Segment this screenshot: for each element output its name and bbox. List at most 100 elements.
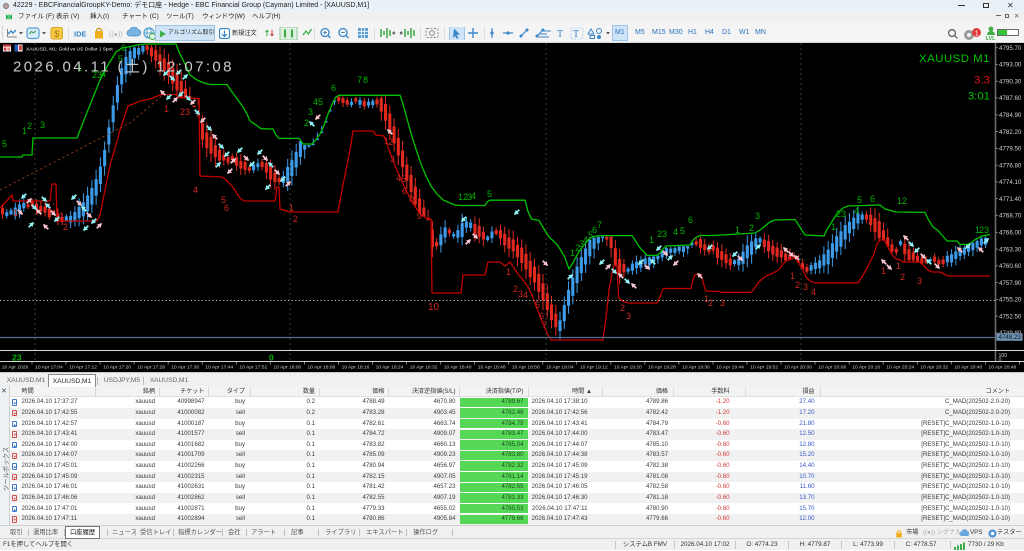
svg-text:((●)): ((●)) bbox=[109, 32, 123, 39]
svg-text:2: 2 bbox=[27, 121, 32, 131]
svg-text:10 Apr 17:12: 10 Apr 17:12 bbox=[69, 365, 97, 371]
svg-text:5: 5 bbox=[857, 195, 862, 205]
svg-text:10 Apr 17:04: 10 Apr 17:04 bbox=[35, 365, 63, 371]
svg-text:23: 23 bbox=[12, 353, 22, 363]
svg-text:4755.20: 4755.20 bbox=[999, 297, 1022, 304]
svg-text:0: 0 bbox=[269, 353, 274, 363]
svg-text:1: 1 bbox=[59, 211, 64, 221]
svg-text:7: 7 bbox=[357, 75, 362, 85]
svg-text:XAUUSD, M1: Gold vs US Dollar: XAUUSD, M1: Gold vs US Dollar J Spot bbox=[26, 47, 113, 53]
svg-text:2: 2 bbox=[293, 214, 298, 224]
svg-text:$: $ bbox=[54, 29, 59, 39]
svg-text:5: 5 bbox=[535, 300, 540, 310]
svg-text:4771.40: 4771.40 bbox=[999, 196, 1022, 203]
svg-text:7: 7 bbox=[542, 320, 547, 330]
svg-text:3: 3 bbox=[720, 298, 725, 308]
svg-text:4774.10: 4774.10 bbox=[999, 179, 1022, 186]
svg-text:2: 2 bbox=[902, 196, 907, 206]
svg-text:8: 8 bbox=[412, 195, 417, 205]
svg-text:1: 1 bbox=[735, 225, 740, 235]
svg-text:5: 5 bbox=[2, 139, 7, 149]
svg-text:10 Apr 2026: 10 Apr 2026 bbox=[2, 365, 29, 371]
svg-text:10 Apr 20:32: 10 Apr 20:32 bbox=[920, 365, 948, 371]
svg-text:4763.30: 4763.30 bbox=[999, 246, 1022, 253]
svg-text:2026.04.11 (土) 12:07:08: 2026.04.11 (土) 12:07:08 bbox=[13, 59, 234, 76]
svg-text:4784.90: 4784.90 bbox=[999, 112, 1022, 119]
svg-text:3: 3 bbox=[626, 311, 631, 321]
svg-text:3: 3 bbox=[755, 211, 760, 221]
svg-text:10 Apr 18:56: 10 Apr 18:56 bbox=[512, 365, 540, 371]
svg-text:5: 5 bbox=[487, 189, 492, 199]
svg-text:0: 0 bbox=[999, 358, 1002, 364]
svg-text:9: 9 bbox=[417, 211, 422, 221]
svg-text:4787.60: 4787.60 bbox=[999, 95, 1022, 102]
svg-text:10 Apr 18:48: 10 Apr 18:48 bbox=[478, 365, 506, 371]
svg-text:2: 2 bbox=[388, 137, 393, 147]
svg-text:1: 1 bbox=[13, 208, 18, 218]
svg-text:5: 5 bbox=[680, 226, 685, 236]
svg-text:10 Apr 20:40: 10 Apr 20:40 bbox=[955, 365, 983, 371]
svg-text:10 Apr 19:12: 10 Apr 19:12 bbox=[580, 365, 608, 371]
svg-text:10 Apr 17:44: 10 Apr 17:44 bbox=[205, 365, 233, 371]
svg-text:6: 6 bbox=[331, 83, 336, 93]
svg-text:1: 1 bbox=[289, 203, 294, 213]
svg-text:1: 1 bbox=[506, 267, 511, 277]
svg-text:10 Apr 18:32: 10 Apr 18:32 bbox=[410, 365, 438, 371]
svg-text:4795.70: 4795.70 bbox=[999, 45, 1022, 52]
svg-text:1: 1 bbox=[831, 222, 836, 232]
svg-text:7: 7 bbox=[597, 220, 602, 230]
svg-text:2: 2 bbox=[749, 223, 754, 233]
svg-text:6: 6 bbox=[402, 186, 407, 196]
svg-text:10 Apr 19:20: 10 Apr 19:20 bbox=[614, 365, 642, 371]
svg-text:10 Apr 18:16: 10 Apr 18:16 bbox=[342, 365, 370, 371]
svg-text:3: 3 bbox=[841, 209, 846, 219]
svg-text:T: T bbox=[557, 29, 563, 40]
svg-text:4: 4 bbox=[854, 206, 859, 216]
svg-text:10 Apr 19:04: 10 Apr 19:04 bbox=[546, 365, 574, 371]
svg-text:3:01: 3:01 bbox=[968, 91, 990, 103]
svg-text:10 Apr 20:00: 10 Apr 20:00 bbox=[784, 365, 812, 371]
svg-text:10 Apr 20:48: 10 Apr 20:48 bbox=[989, 365, 1017, 371]
svg-text:10 Apr 19:28: 10 Apr 19:28 bbox=[648, 365, 676, 371]
svg-text:2: 2 bbox=[63, 222, 68, 232]
svg-text:4: 4 bbox=[673, 227, 678, 237]
svg-text:10 Apr 20:08: 10 Apr 20:08 bbox=[818, 365, 846, 371]
svg-text:10 Apr 19:44: 10 Apr 19:44 bbox=[716, 365, 744, 371]
svg-text:4760.60: 4760.60 bbox=[999, 263, 1022, 270]
svg-text:LVL: LVL bbox=[986, 36, 997, 41]
svg-text:4: 4 bbox=[193, 185, 198, 195]
svg-text:4793.00: 4793.00 bbox=[999, 62, 1022, 69]
svg-text:2: 2 bbox=[708, 298, 713, 308]
svg-text:10: 10 bbox=[428, 302, 440, 313]
svg-text:2: 2 bbox=[795, 280, 800, 290]
svg-text:4776.80: 4776.80 bbox=[999, 162, 1022, 169]
svg-text:6: 6 bbox=[870, 194, 875, 204]
svg-text:4748.23: 4748.23 bbox=[999, 334, 1022, 341]
svg-text:1: 1 bbox=[164, 104, 169, 114]
svg-text:1: 1 bbox=[881, 266, 886, 276]
svg-text:10 Apr 20:16: 10 Apr 20:16 bbox=[852, 365, 880, 371]
svg-text:10 Apr 18:40: 10 Apr 18:40 bbox=[444, 365, 472, 371]
svg-text:10 Apr 17:52: 10 Apr 17:52 bbox=[239, 365, 267, 371]
svg-text:4: 4 bbox=[471, 191, 476, 201]
svg-text:2: 2 bbox=[900, 272, 905, 282]
svg-text:6: 6 bbox=[688, 215, 693, 225]
svg-text:3: 3 bbox=[308, 107, 313, 117]
svg-text:4: 4 bbox=[523, 290, 528, 300]
svg-text:4779.50: 4779.50 bbox=[999, 146, 1022, 153]
svg-text:1: 1 bbox=[975, 30, 979, 37]
svg-text:3: 3 bbox=[40, 120, 45, 130]
svg-text:2: 2 bbox=[620, 303, 625, 313]
svg-text:4766.00: 4766.00 bbox=[999, 230, 1022, 237]
svg-text:4768.70: 4768.70 bbox=[999, 213, 1022, 220]
svg-text:10 Apr 18:08: 10 Apr 18:08 bbox=[308, 365, 336, 371]
svg-text:3: 3 bbox=[803, 282, 808, 292]
svg-text:4782.20: 4782.20 bbox=[999, 129, 1022, 136]
svg-text:3: 3 bbox=[917, 276, 922, 286]
svg-text:4790.30: 4790.30 bbox=[999, 79, 1022, 86]
svg-text:3: 3 bbox=[390, 154, 395, 164]
svg-text:2: 2 bbox=[304, 118, 309, 128]
svg-text:3: 3 bbox=[185, 107, 190, 117]
svg-text:10 Apr 20:24: 10 Apr 20:24 bbox=[886, 365, 914, 371]
svg-text:10 Apr 18:24: 10 Apr 18:24 bbox=[376, 365, 404, 371]
